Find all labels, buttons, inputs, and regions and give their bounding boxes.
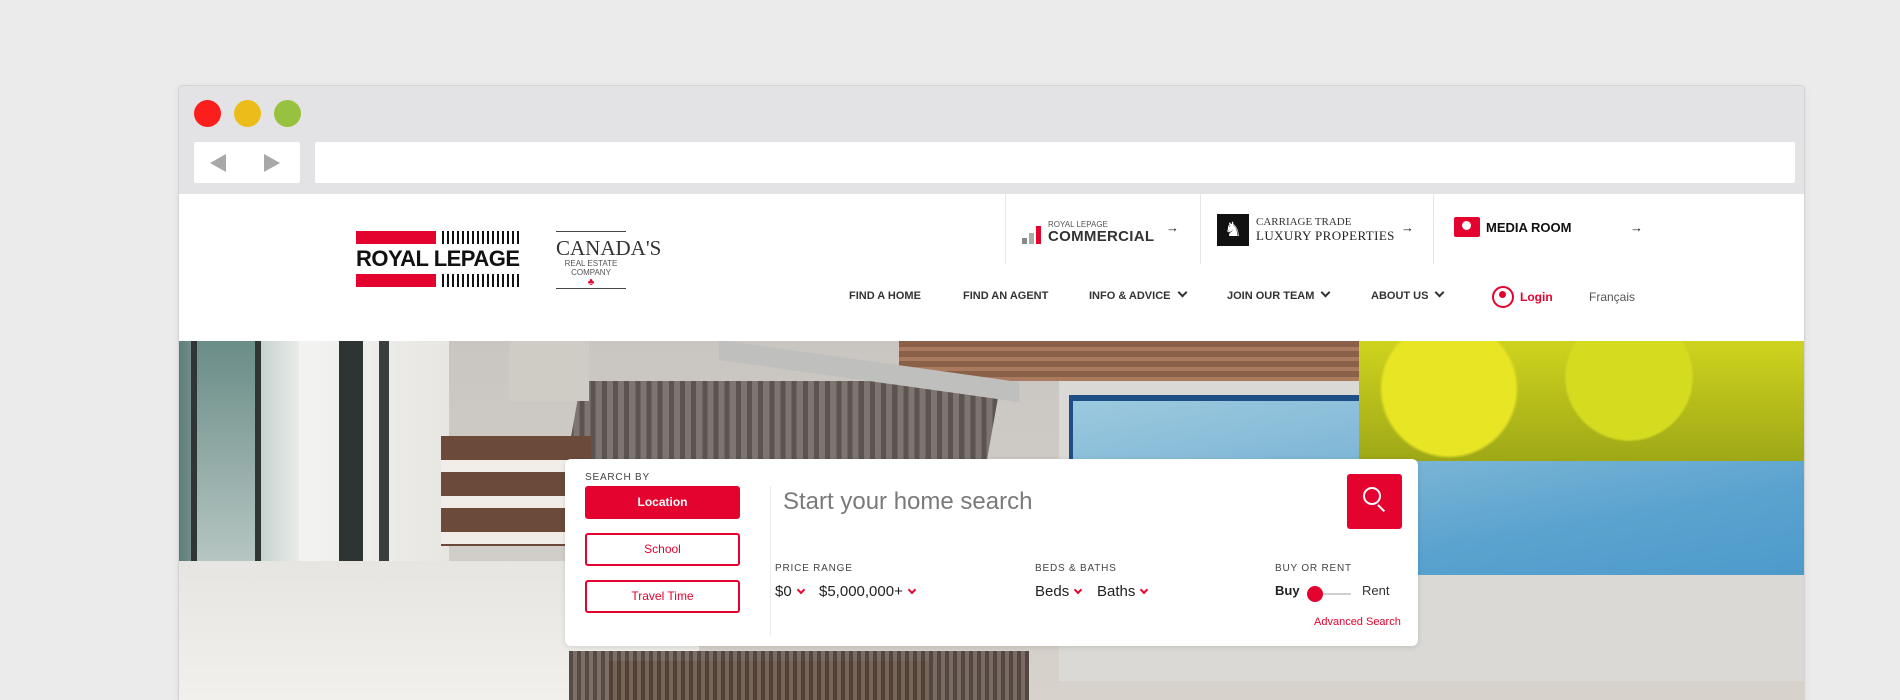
partner-link-luxury[interactable]: ♞ CARRIAGE TRADE LUXURY PROPERTIES →	[1200, 194, 1434, 264]
advanced-search-link[interactable]: Advanced Search	[1314, 616, 1401, 628]
logo-red-bar-bottom	[356, 274, 436, 287]
nav-info-advice[interactable]: INFO & ADVICE	[1089, 287, 1187, 302]
toggle-knob[interactable]	[1307, 586, 1323, 602]
search-icon	[1363, 487, 1381, 505]
hero-bg-planter	[509, 341, 589, 401]
beds-select[interactable]: Beds	[1035, 583, 1083, 600]
nav-info-advice-label: INFO & ADVICE	[1089, 290, 1171, 302]
price-max-select[interactable]: $5,000,000+	[819, 583, 917, 600]
arrow-right-icon: →	[1401, 220, 1414, 235]
logo-red-bar-top	[356, 231, 436, 244]
browser-chrome	[179, 86, 1804, 194]
price-range-label: PRICE RANGE	[775, 563, 853, 574]
chevron-down-icon	[1435, 287, 1445, 298]
logo-wordmark: ROYAL LEPAGE	[356, 246, 520, 271]
beds-baths-label: BEDS & BATHS	[1035, 563, 1117, 574]
search-icon-handle	[1377, 504, 1386, 513]
site-header: ROYAL LEPAGE CANADA'S REAL ESTATE COMPAN…	[179, 194, 1804, 341]
chevron-down-icon	[1140, 585, 1149, 595]
horse-carriage-icon: ♞	[1217, 214, 1249, 246]
logo-stripes-top	[442, 231, 520, 244]
minimize-window-button[interactable]	[234, 100, 261, 127]
address-bar[interactable]	[315, 142, 1795, 183]
search-by-label: SEARCH BY	[585, 472, 650, 483]
maximize-window-button[interactable]	[274, 100, 301, 127]
media-room-label: MEDIA ROOM	[1486, 220, 1572, 235]
luxury-brand: CARRIAGE TRADE	[1256, 216, 1352, 228]
nav-find-a-home[interactable]: FIND A HOME	[849, 290, 921, 302]
price-min-value: $0	[775, 583, 792, 600]
tagline-big: CANADA'S	[556, 236, 662, 260]
arrow-right-icon: →	[1166, 220, 1179, 235]
canadas-real-estate-company-logo: CANADA'S REAL ESTATE COMPANY ♣	[556, 231, 662, 289]
back-arrow-icon[interactable]	[210, 154, 226, 172]
user-icon	[1492, 286, 1514, 308]
price-min-select[interactable]: $0	[775, 583, 805, 600]
royal-lepage-logo[interactable]: ROYAL LEPAGE	[356, 231, 521, 287]
forward-arrow-icon[interactable]	[264, 154, 280, 172]
hero-banner: SEARCH BY Location School Travel Time PR…	[179, 341, 1804, 700]
nav-join-our-team[interactable]: JOIN OUR TEAM	[1227, 287, 1331, 302]
buy-or-rent-label: BUY OR RENT	[1275, 563, 1352, 574]
commercial-label: COMMERCIAL	[1048, 228, 1155, 245]
chevron-down-icon	[1177, 287, 1187, 298]
home-search-card: SEARCH BY Location School Travel Time PR…	[565, 459, 1418, 646]
price-max-value: $5,000,000+	[819, 583, 903, 600]
home-search-input[interactable]	[771, 474, 1346, 529]
main-nav: FIND A HOME FIND AN AGENT INFO & ADVICE …	[179, 286, 1804, 314]
nav-find-an-agent[interactable]: FIND AN AGENT	[963, 290, 1048, 302]
history-nav	[194, 142, 300, 183]
close-window-button[interactable]	[194, 100, 221, 127]
beds-value: Beds	[1035, 583, 1070, 600]
baths-value: Baths	[1097, 583, 1136, 600]
rent-option[interactable]: Rent	[1362, 583, 1389, 598]
hero-bg-chairs	[569, 651, 1029, 700]
commercial-bars-icon	[1022, 226, 1044, 244]
buy-option[interactable]: Buy	[1275, 583, 1300, 598]
search-button[interactable]	[1347, 474, 1402, 529]
arrow-right-icon: →	[1630, 220, 1643, 235]
search-by-location-button[interactable]: Location	[585, 486, 740, 519]
chevron-down-icon	[907, 585, 917, 595]
partner-link-commercial[interactable]: ROYAL LEPAGE COMMERCIAL →	[1005, 194, 1201, 264]
luxury-label: LUXURY PROPERTIES	[1256, 228, 1395, 243]
search-by-travel-time-button[interactable]: Travel Time	[585, 580, 740, 613]
login-label: Login	[1520, 290, 1553, 304]
maple-leaf-icon: ♣	[587, 277, 595, 288]
nav-about-us[interactable]: ABOUT US	[1371, 287, 1445, 302]
search-by-school-button[interactable]: School	[585, 533, 740, 566]
nav-about-us-label: ABOUT US	[1371, 290, 1429, 302]
login-link[interactable]: Login	[1492, 286, 1553, 308]
language-toggle[interactable]: Français	[1589, 290, 1635, 304]
tagline-small: REAL ESTATE COMPANY	[564, 259, 618, 277]
chevron-down-icon	[1320, 287, 1331, 298]
browser-window: ROYAL LEPAGE CANADA'S REAL ESTATE COMPAN…	[178, 85, 1805, 700]
baths-select[interactable]: Baths	[1097, 583, 1149, 600]
nav-join-our-team-label: JOIN OUR TEAM	[1227, 290, 1315, 302]
hero-bg-hedge	[1359, 341, 1804, 461]
partner-link-media-room[interactable]: MEDIA ROOM →	[1433, 194, 1643, 264]
media-room-icon	[1454, 217, 1480, 237]
chevron-down-icon	[1073, 585, 1083, 595]
logo-stripes-bottom	[442, 274, 520, 287]
chevron-down-icon	[796, 585, 805, 595]
